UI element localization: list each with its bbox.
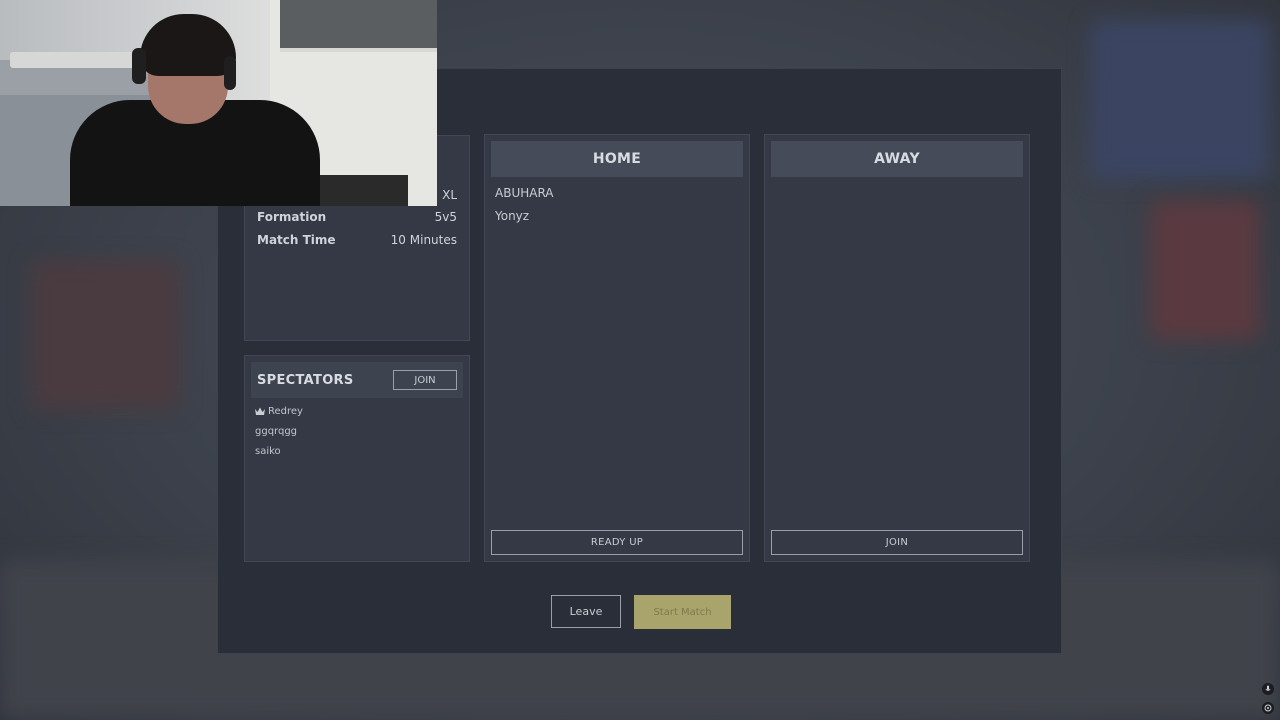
away-team-header: AWAY: [771, 141, 1023, 177]
headset-icon: [132, 48, 146, 84]
webcam-person-hair: [140, 14, 236, 76]
setting-row-match-time: Match Time 10 Minutes: [257, 233, 457, 247]
setting-value: XL: [442, 188, 457, 202]
spectators-header: SPECTATORS JOIN: [251, 362, 463, 398]
spectator-item: Redrey: [255, 406, 303, 417]
headset-icon: [224, 56, 236, 90]
microphone-icon[interactable]: [1262, 683, 1274, 695]
home-team-header: HOME: [491, 141, 743, 177]
start-match-button[interactable]: Start Match: [634, 595, 731, 629]
crown-icon: [255, 407, 265, 415]
spectator-name: Redrey: [268, 406, 303, 417]
ready-up-button[interactable]: READY UP: [491, 530, 743, 555]
spectator-name: ggqrqgg: [255, 426, 298, 437]
setting-row-formation: Formation 5v5: [257, 210, 457, 224]
spectators-panel: SPECTATORS JOIN Redrey ggqrqgg saiko: [244, 355, 470, 562]
home-player: ABUHARA: [495, 186, 554, 200]
spectators-join-button[interactable]: JOIN: [393, 370, 457, 390]
home-player: Yonyz: [495, 209, 530, 223]
spectator-item: saiko: [255, 446, 281, 457]
spectator-item: ggqrqgg: [255, 426, 297, 437]
away-team-panel: AWAY JOIN: [764, 134, 1030, 562]
webcam-window: [280, 0, 437, 52]
spectators-title: SPECTATORS: [257, 372, 354, 388]
spectator-name: saiko: [255, 446, 281, 457]
microphone-glyph: [1265, 685, 1271, 691]
settings-icon[interactable]: [1262, 702, 1274, 714]
setting-label: Formation: [257, 210, 327, 224]
gear-glyph: [1264, 704, 1272, 712]
setting-value: 5v5: [434, 210, 457, 224]
leave-button[interactable]: Leave: [551, 595, 621, 628]
webcam-overlay: [0, 0, 437, 206]
setting-label: Match Time: [257, 233, 336, 247]
setting-value: 10 Minutes: [390, 233, 457, 247]
home-team-panel: HOME ABUHARA Yonyz READY UP: [484, 134, 750, 562]
away-join-button[interactable]: JOIN: [771, 530, 1023, 555]
